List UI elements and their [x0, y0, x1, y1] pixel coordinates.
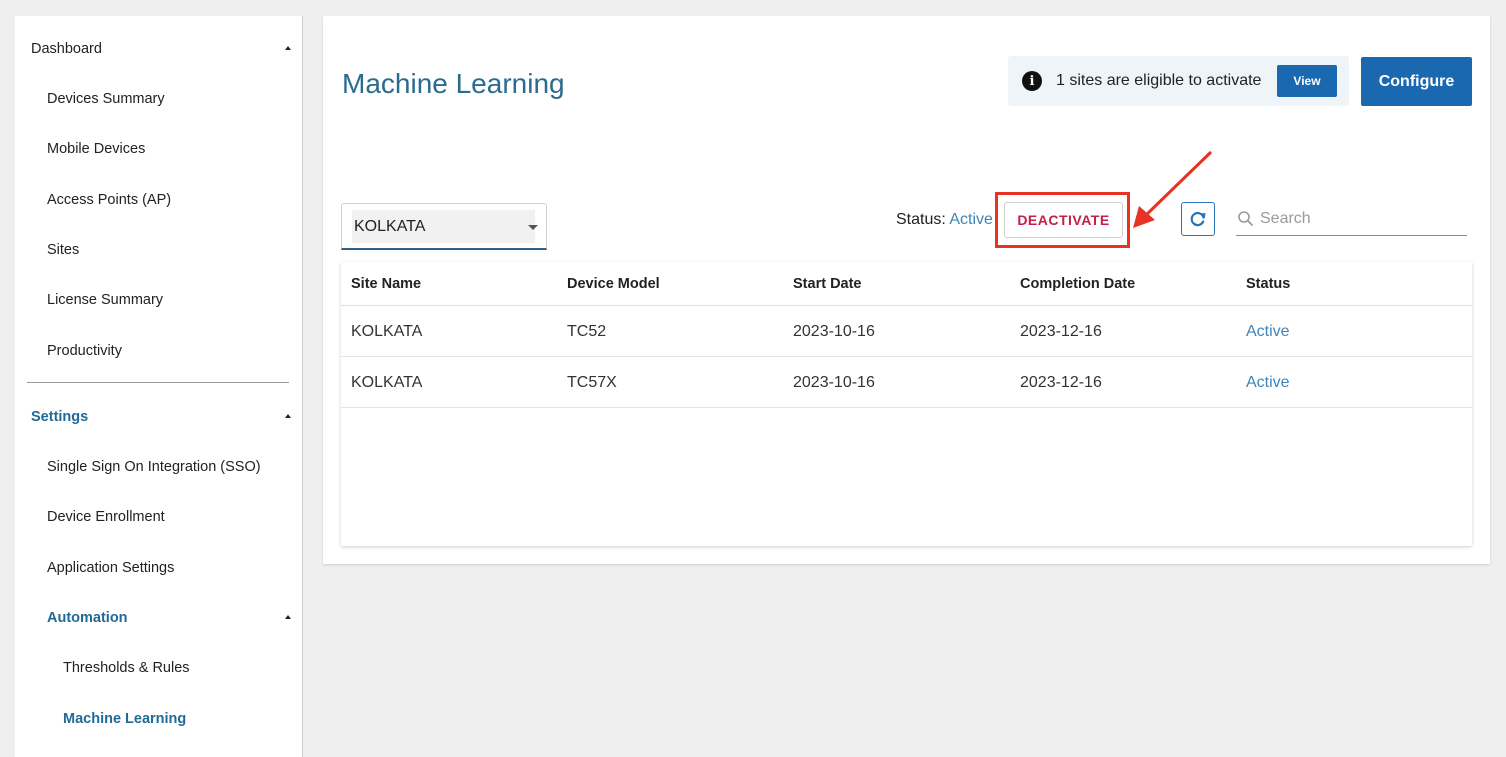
cell-site-name: KOLKATA [351, 374, 423, 391]
search-box [1236, 205, 1467, 236]
refresh-button[interactable] [1181, 202, 1215, 236]
sidebar-item-application-settings[interactable]: Application Settings [15, 548, 303, 588]
column-header-status[interactable]: Status [1246, 276, 1290, 292]
sidebar-item-dashboard[interactable]: Dashboard [15, 29, 303, 69]
caret-down-icon [528, 225, 538, 230]
sidebar-item-productivity[interactable]: Productivity [15, 331, 303, 371]
caret-up-icon [285, 46, 291, 50]
sites-table: Site Name Device Model Start Date Comple… [341, 262, 1472, 546]
sidebar: Dashboard Devices Summary Mobile Devices… [15, 16, 303, 757]
table-row[interactable]: KOLKATA TC57X 2023-10-16 2023-12-16 Acti… [341, 357, 1472, 408]
site-select-value: KOLKATA [354, 218, 426, 235]
cell-start-date: 2023-10-16 [793, 323, 875, 340]
search-icon [1238, 211, 1253, 226]
sidebar-item-license-summary[interactable]: License Summary [15, 280, 303, 320]
sidebar-item-sites[interactable]: Sites [15, 230, 303, 270]
status-label: Status: [896, 211, 946, 228]
sidebar-item-mobile-devices[interactable]: Mobile Devices [15, 129, 303, 169]
site-select[interactable]: KOLKATA [341, 203, 547, 250]
table-header: Site Name Device Model Start Date Comple… [341, 262, 1472, 306]
status-value: Active [949, 211, 993, 228]
sidebar-item-label: Machine Learning [63, 711, 187, 727]
cell-site-name: KOLKATA [351, 323, 423, 340]
sidebar-item-label: Access Points (AP) [47, 192, 172, 208]
sidebar-item-label: Devices Summary [47, 91, 165, 107]
refresh-icon [1190, 211, 1206, 227]
page-title: Machine Learning [342, 68, 565, 99]
sidebar-item-label: Application Settings [47, 560, 175, 576]
banner-text: 1 sites are eligible to activate [1056, 72, 1262, 89]
sidebar-item-label: Dashboard [31, 41, 102, 57]
column-header-device-model[interactable]: Device Model [567, 276, 660, 292]
main-card: Machine Learning i 1 sites are eligible … [323, 16, 1490, 564]
sidebar-item-thresholds-rules[interactable]: Thresholds & Rules [15, 648, 303, 688]
search-input[interactable] [1260, 207, 1460, 231]
sidebar-item-label: Automation [47, 610, 128, 626]
status-indicator: Status: Active [896, 211, 993, 229]
sidebar-item-device-enrollment[interactable]: Device Enrollment [15, 497, 303, 537]
sidebar-item-sso[interactable]: Single Sign On Integration (SSO) [15, 447, 303, 487]
sidebar-item-label: Productivity [47, 343, 122, 359]
cell-completion-date: 2023-12-16 [1020, 323, 1102, 340]
sidebar-item-label: Sites [47, 242, 80, 258]
sidebar-item-label: Mobile Devices [47, 141, 146, 157]
sidebar-item-automation[interactable]: Automation [15, 598, 303, 638]
cell-device-model: TC52 [567, 323, 607, 340]
sidebar-item-settings[interactable]: Settings [15, 397, 303, 437]
sidebar-item-label: Thresholds & Rules [63, 660, 190, 676]
column-header-completion-date[interactable]: Completion Date [1020, 276, 1135, 292]
sidebar-item-label: License Summary [47, 292, 164, 308]
cell-status: Active [1246, 323, 1290, 340]
cell-completion-date: 2023-12-16 [1020, 374, 1102, 391]
sidebar-item-label: Single Sign On Integration (SSO) [47, 459, 261, 475]
cell-start-date: 2023-10-16 [793, 374, 875, 391]
configure-button[interactable]: Configure [1361, 57, 1472, 106]
table-row[interactable]: KOLKATA TC52 2023-10-16 2023-12-16 Activ… [341, 306, 1472, 357]
view-button[interactable]: View [1277, 65, 1337, 97]
caret-up-icon [285, 615, 291, 619]
sidebar-divider [27, 382, 289, 383]
sidebar-item-devices-summary[interactable]: Devices Summary [15, 79, 303, 119]
sidebar-item-label: Device Enrollment [47, 509, 165, 525]
sidebar-item-access-points[interactable]: Access Points (AP) [15, 180, 303, 220]
eligible-sites-banner: i 1 sites are eligible to activate View [1008, 56, 1349, 106]
column-header-start-date[interactable]: Start Date [793, 276, 862, 292]
sidebar-item-label: Settings [31, 409, 89, 425]
caret-up-icon [285, 414, 291, 418]
sidebar-item-machine-learning[interactable]: Machine Learning [15, 699, 303, 739]
cell-status: Active [1246, 374, 1290, 391]
column-header-site-name[interactable]: Site Name [351, 276, 421, 292]
cell-device-model: TC57X [567, 374, 617, 391]
info-icon: i [1022, 71, 1042, 91]
deactivate-button[interactable]: DEACTIVATE [1004, 202, 1123, 238]
